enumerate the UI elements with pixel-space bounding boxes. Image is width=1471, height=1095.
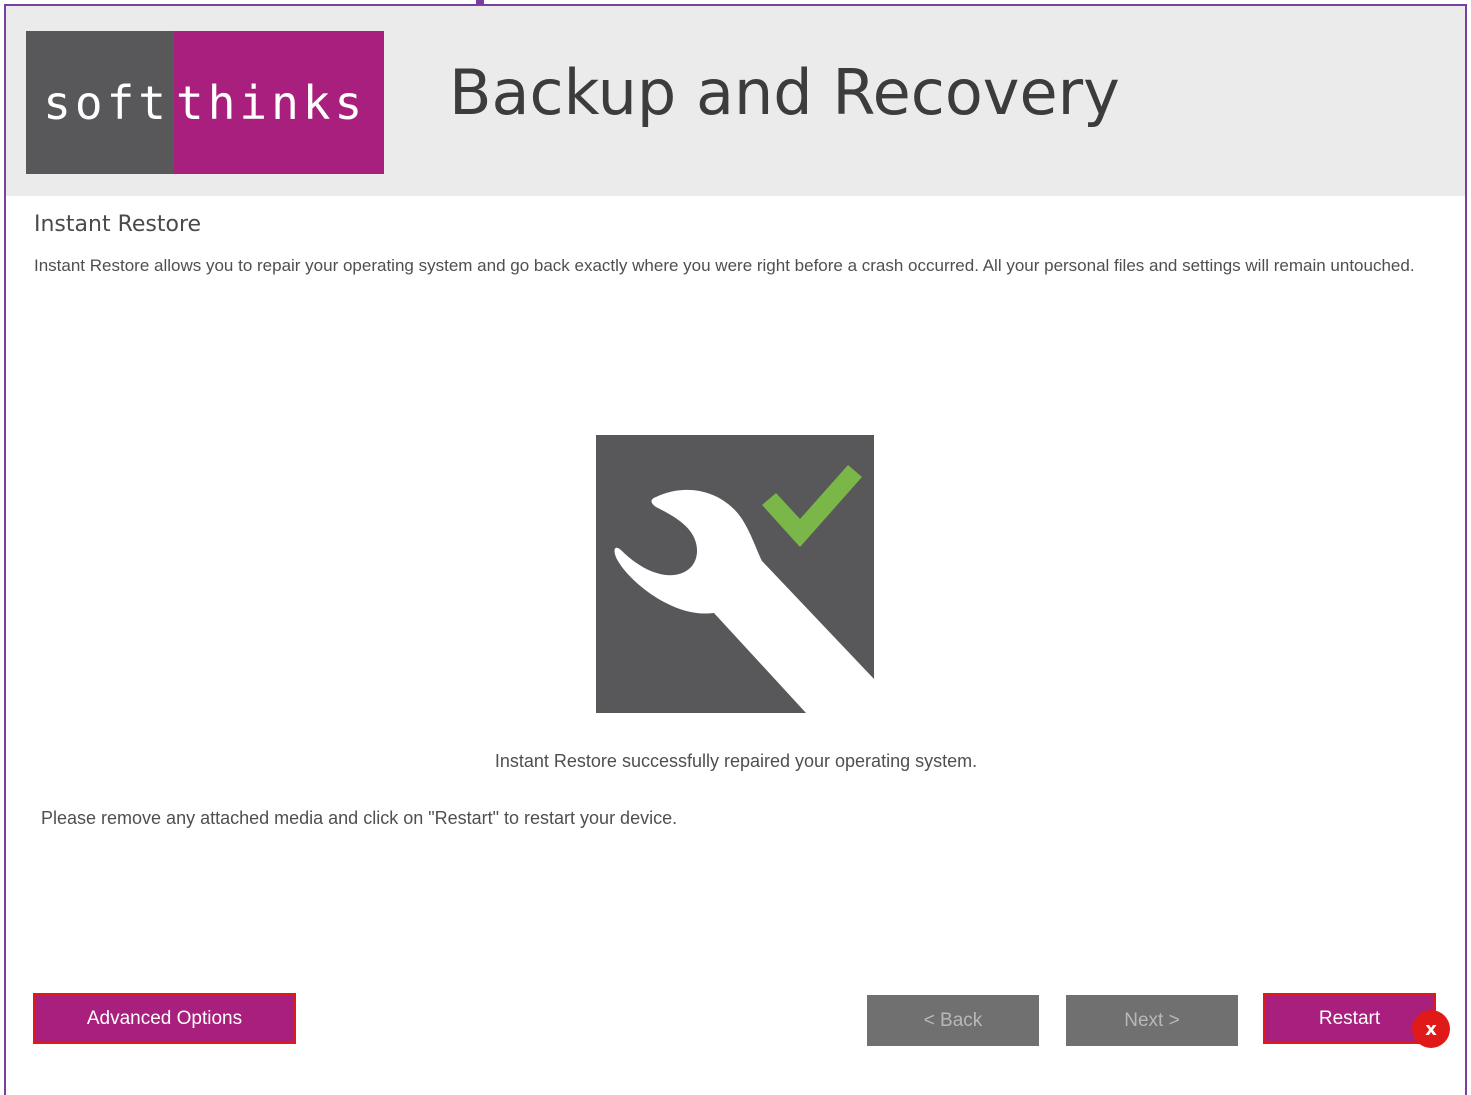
wrench-check-icon [596,435,874,713]
page-description: Instant Restore allows you to repair you… [34,256,1415,275]
status-message: Instant Restore successfully repaired yo… [494,751,978,771]
app-title: Backup and Recovery [449,56,1120,129]
advanced-options-button[interactable]: Advanced Options [33,993,296,1044]
wrench-check-graphic [614,465,874,713]
restart-instruction: Please remove any attached media and cli… [41,808,678,828]
next-button[interactable]: Next > [1066,995,1238,1046]
softthinks-logo: soft thinks [26,31,384,174]
logo-thinks-part: thinks [174,31,384,174]
page-title: Instant Restore [34,212,202,237]
app-window: soft thinks Backup and Recovery Instant … [4,4,1467,1095]
header-bar: soft thinks Backup and Recovery [6,6,1465,196]
restart-button[interactable]: Restart [1263,993,1436,1044]
close-badge-icon[interactable]: x [1412,1010,1450,1048]
back-button[interactable]: < Back [867,995,1039,1046]
check-mark-shape [762,465,862,547]
logo-soft-part: soft [26,31,174,174]
wrench-shape [614,489,874,713]
